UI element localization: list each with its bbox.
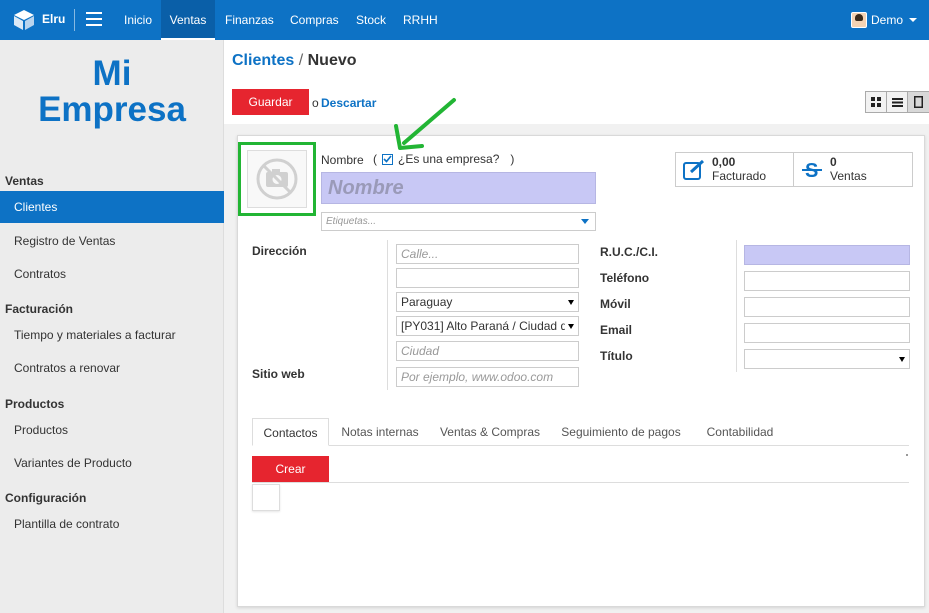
sidebar-item-registro-ventas[interactable]: Registro de Ventas (0, 225, 224, 257)
menu-icon[interactable] (86, 12, 102, 26)
user-menu[interactable]: Demo (850, 10, 917, 30)
state-value: [PY031] Alto Paraná / Ciudad del Este (401, 319, 578, 333)
sales-stat-button[interactable]: S 0 Ventas (793, 152, 913, 187)
sidebar-item-productos[interactable]: Productos (0, 414, 224, 446)
ruc-label: R.U.C./C.I. (600, 245, 659, 259)
pencil-square-icon (683, 159, 705, 180)
name-label: Nombre (321, 153, 364, 167)
app-name[interactable]: Elru (42, 12, 65, 26)
or-text: o (312, 96, 319, 110)
title-label: Título (600, 349, 633, 363)
breadcrumb-separator: / (298, 52, 304, 69)
website-label: Sitio web (252, 367, 305, 381)
company-line1: Mi (92, 54, 132, 93)
sidebar-item-plantilla-contrato[interactable]: Plantilla de contrato (0, 508, 224, 540)
breadcrumb: Clientes / Nuevo (232, 52, 357, 70)
contact-card-placeholder (252, 484, 280, 511)
address-divider (387, 240, 388, 390)
street2-input[interactable] (396, 268, 579, 288)
sidebar-section-productos: Productos (5, 397, 65, 411)
city-input[interactable]: Ciudad (396, 341, 579, 361)
sidebar-item-contratos-renovar[interactable]: Contratos a renovar (0, 352, 224, 384)
save-button[interactable]: Guardar (232, 89, 309, 115)
create-contact-button[interactable]: Crear (252, 456, 329, 482)
nav-inicio[interactable]: Inicio (116, 0, 160, 40)
cube-logo-icon (14, 10, 34, 30)
paren-close: ) (510, 152, 515, 166)
ruc-input[interactable] (744, 245, 910, 265)
tab-contabilidad[interactable]: Contabilidad (700, 418, 780, 446)
sidebar-item-tiempo-materiales[interactable]: Tiempo y materiales a facturar (0, 319, 224, 351)
caret-down-icon (568, 324, 574, 329)
invoiced-label: Facturado (712, 169, 767, 183)
caret-down-icon (899, 357, 905, 362)
nav-compras[interactable]: Compras (282, 0, 347, 40)
invoiced-value: 0,00 (712, 155, 736, 169)
sidebar-item-variantes[interactable]: Variantes de Producto (0, 447, 224, 479)
view-switcher (865, 91, 929, 113)
options-dot (906, 454, 908, 456)
address-label: Dirección (252, 244, 307, 258)
sidebar-section-facturacion: Facturación (5, 302, 74, 316)
list-view-icon[interactable] (887, 92, 908, 112)
partner-image[interactable] (247, 150, 307, 208)
caret-down-icon[interactable] (581, 219, 589, 224)
phone-label: Teléfono (600, 271, 650, 285)
nav-divider (74, 9, 75, 31)
tab-notas-internas[interactable]: Notas internas (334, 418, 426, 446)
sidebar: Mi Empresa Ventas Clientes Registro de V… (0, 40, 224, 613)
nav-finanzas[interactable]: Finanzas (217, 0, 282, 40)
camera-off-icon (256, 158, 298, 200)
strikethrough-s-icon: S (802, 160, 822, 181)
tab-contactos[interactable]: Contactos (252, 418, 329, 446)
nav-ventas[interactable]: Ventas (161, 0, 215, 40)
tab-ventas-compras[interactable]: Ventas & Compras (434, 418, 546, 446)
sidebar-section-ventas: Ventas (5, 174, 44, 188)
check-icon (383, 155, 392, 163)
tab-seguimiento-pagos[interactable]: Seguimiento de pagos (556, 418, 686, 446)
image-highlight-frame (238, 142, 316, 216)
caret-down-icon (568, 300, 574, 305)
tags-input[interactable]: Etiquetas... (321, 212, 596, 231)
chevron-down-icon (909, 18, 917, 22)
company-line2: Empresa (38, 90, 186, 129)
user-name: Demo (870, 13, 903, 27)
street-input[interactable]: Calle... (396, 244, 579, 264)
nav-rrhh[interactable]: RRHH (395, 0, 446, 40)
top-navbar: Elru Inicio Ventas Finanzas Compras Stoc… (0, 0, 929, 40)
email-input[interactable] (744, 323, 910, 343)
sidebar-section-configuracion: Configuración (5, 491, 87, 505)
state-select[interactable]: [PY031] Alto Paraná / Ciudad del Este (396, 316, 579, 336)
paren-open: ( (373, 152, 377, 166)
website-input[interactable]: Por ejemplo, www.odoo.com (396, 367, 579, 387)
notebook-tabs: Contactos Notas internas Ventas & Compra… (252, 418, 909, 446)
company-logo-text: Mi Empresa (0, 56, 224, 128)
country-select[interactable]: Paraguay (396, 292, 579, 312)
country-value: Paraguay (401, 295, 453, 309)
discard-link[interactable]: Descartar (321, 96, 376, 110)
invoiced-stat-button[interactable]: 0,00 Facturado (675, 152, 794, 187)
phone-input[interactable] (744, 271, 910, 291)
sidebar-item-clientes[interactable]: Clientes (0, 191, 224, 223)
breadcrumb-current: Nuevo (307, 52, 357, 69)
kanban-view-icon[interactable] (866, 92, 887, 112)
avatar (850, 12, 867, 28)
green-arrow-icon (394, 98, 456, 150)
right-divider (736, 240, 737, 372)
form-sheet (237, 135, 925, 607)
breadcrumb-clientes[interactable]: Clientes (232, 52, 294, 69)
email-label: Email (600, 323, 633, 337)
tags-placeholder: Etiquetas... (326, 216, 377, 227)
mobile-input[interactable] (744, 297, 910, 317)
sidebar-item-contratos[interactable]: Contratos (0, 258, 224, 290)
sales-label: Ventas (830, 169, 867, 183)
contacts-divider (252, 482, 909, 483)
mobile-label: Móvil (600, 297, 631, 311)
nav-stock[interactable]: Stock (348, 0, 394, 40)
sales-value: 0 (830, 155, 837, 169)
title-select[interactable] (744, 349, 910, 369)
name-input[interactable]: Nombre (321, 172, 596, 204)
form-view-icon[interactable] (908, 92, 929, 112)
